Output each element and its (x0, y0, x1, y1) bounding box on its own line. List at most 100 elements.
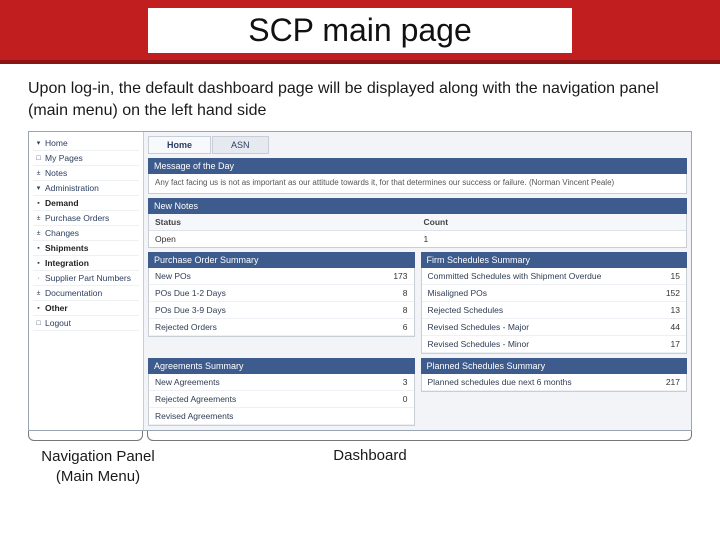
nav-supplier-part[interactable]: ·Supplier Part Numbers (33, 271, 139, 286)
table-row[interactable]: Rejected Schedules13 (422, 302, 687, 319)
motd-section: Message of the Day Any fact facing us is… (148, 158, 687, 193)
row-label: New POs (155, 271, 191, 281)
box-icon: □ (35, 155, 42, 162)
nav-label: Demand (45, 198, 79, 208)
row-label: Rejected Schedules (428, 305, 504, 315)
summary-row-2: Agreements Summary New Agreements 3 Rejec… (148, 358, 687, 426)
label-nav: Navigation Panel (Main Menu) (28, 447, 168, 486)
row-value: 44 (671, 322, 680, 332)
brace-nav (28, 431, 143, 441)
row-value: 3 (403, 377, 408, 387)
table-row[interactable]: Revised Agreements (149, 408, 414, 425)
expand-icon: ▾ (35, 184, 42, 192)
nav-label: Administration (45, 183, 99, 193)
plan-header: Planned Schedules Summary (421, 358, 688, 374)
col-status: Status (149, 214, 418, 230)
nav-integration[interactable]: ▪Integration (33, 256, 139, 271)
table-row[interactable]: POs Due 3-9 Days 8 (149, 302, 414, 319)
row-label: Revised Schedules - Minor (428, 339, 530, 349)
col-count: Count (418, 214, 687, 230)
tabs: Home ASN (148, 136, 687, 154)
row-value: 152 (666, 288, 680, 298)
motd-header: Message of the Day (148, 158, 687, 174)
bullet-icon: ▪ (35, 260, 42, 267)
nav-notes[interactable]: ±Notes (33, 166, 139, 181)
notes-row[interactable]: Open 1 (149, 231, 686, 247)
expand-icon: ± (35, 290, 42, 297)
nav-administration[interactable]: ▾Administration (33, 181, 139, 196)
row-label: Rejected Agreements (155, 394, 236, 404)
nav-home[interactable]: ▾Home (33, 136, 139, 151)
tab-home[interactable]: Home (148, 136, 211, 154)
table-row[interactable]: Committed Schedules with Shipment Overdu… (422, 268, 687, 285)
bullet-icon: ▪ (35, 200, 42, 207)
slide-title: SCP main page (148, 8, 572, 53)
dashboard-screenshot: ▾Home □My Pages ±Notes ▾Administration ▪… (28, 131, 692, 431)
row-value: 6 (403, 322, 408, 332)
annotation-labels: Navigation Panel (Main Menu) Dashboard (28, 447, 692, 486)
row-value: 0 (403, 394, 408, 404)
row-label: Rejected Orders (155, 322, 217, 332)
table-row[interactable]: Planned schedules due next 6 months 217 (422, 374, 687, 391)
table-row[interactable]: POs Due 1-2 Days 8 (149, 285, 414, 302)
row-label: POs Due 3-9 Days (155, 305, 226, 315)
note-status: Open (149, 231, 418, 247)
nav-label: Logout (45, 318, 71, 328)
new-notes-section: New Notes Status Count Open 1 (148, 198, 687, 248)
summary-row-1: Purchase Order Summary New POs173 POs Du… (148, 252, 687, 354)
table-row[interactable]: Misaligned POs 152 (422, 285, 687, 302)
row-value: 8 (403, 305, 408, 315)
nav-my-pages[interactable]: □My Pages (33, 151, 139, 166)
bullet-icon: ▪ (35, 305, 42, 312)
firm-summary: Firm Schedules Summary Committed Schedul… (421, 252, 688, 354)
expand-icon: ± (35, 170, 42, 177)
agr-header: Agreements Summary (148, 358, 415, 374)
nav-purchase-orders[interactable]: ±Purchase Orders (33, 211, 139, 226)
table-row[interactable]: New POs 173 (149, 268, 414, 285)
row-label: POs Due 1-2 Days (155, 288, 226, 298)
table-row[interactable]: Rejected Agreements 0 (149, 391, 414, 408)
row-value: 173 (393, 271, 407, 281)
nav-label: Notes (45, 168, 67, 178)
po-summary: Purchase Order Summary New POs173 POs Du… (148, 252, 415, 354)
nav-demand[interactable]: ▪Demand (33, 196, 139, 211)
nav-label: Purchase Orders (45, 213, 109, 223)
row-value: 17 (671, 339, 680, 349)
nav-label: Documentation (45, 288, 102, 298)
nav-label: Supplier Part Numbers (45, 273, 131, 283)
brace-annotation (28, 431, 692, 441)
table-row[interactable]: New Agreements 3 (149, 374, 414, 391)
expand-icon: ▾ (35, 139, 42, 147)
row-label: New Agreements (155, 377, 220, 387)
row-label: Planned schedules due next 6 months (428, 377, 572, 387)
bullet-icon: ▪ (35, 245, 42, 252)
dot-icon: · (35, 275, 42, 282)
motd-body: Any fact facing us is not as important a… (148, 174, 687, 193)
planned-summary: Planned Schedules Summary Planned schedu… (421, 358, 688, 426)
row-label: Revised Schedules - Major (428, 322, 530, 332)
nav-label: Shipments (45, 243, 88, 253)
table-row[interactable]: Revised Schedules - Major 44 (422, 319, 687, 336)
row-label: Committed Schedules with Shipment Overdu… (428, 271, 602, 281)
row-value: 8 (403, 288, 408, 298)
box-icon: □ (35, 320, 42, 327)
nav-label: Integration (45, 258, 89, 268)
row-value: 217 (666, 377, 680, 387)
nav-label: Home (45, 138, 68, 148)
table-row[interactable]: Rejected Orders 6 (149, 319, 414, 336)
nav-other[interactable]: ▪Other (33, 301, 139, 316)
nav-shipments[interactable]: ▪Shipments (33, 241, 139, 256)
row-label: Misaligned POs (428, 288, 488, 298)
agreements-summary: Agreements Summary New Agreements 3 Rejec… (148, 358, 415, 426)
row-value: 15 (671, 271, 680, 281)
nav-logout[interactable]: □Logout (33, 316, 139, 331)
navigation-panel: ▾Home □My Pages ±Notes ▾Administration ▪… (29, 132, 144, 430)
row-label: Revised Agreements (155, 411, 233, 421)
table-row[interactable]: Revised Schedules - Minor 17 (422, 336, 687, 353)
nav-documentation[interactable]: ±Documentation (33, 286, 139, 301)
nav-changes[interactable]: ±Changes (33, 226, 139, 241)
firm-header: Firm Schedules Summary (421, 252, 688, 268)
expand-icon: ± (35, 230, 42, 237)
tab-asn[interactable]: ASN (212, 136, 269, 154)
notes-columns: Status Count (149, 214, 686, 231)
